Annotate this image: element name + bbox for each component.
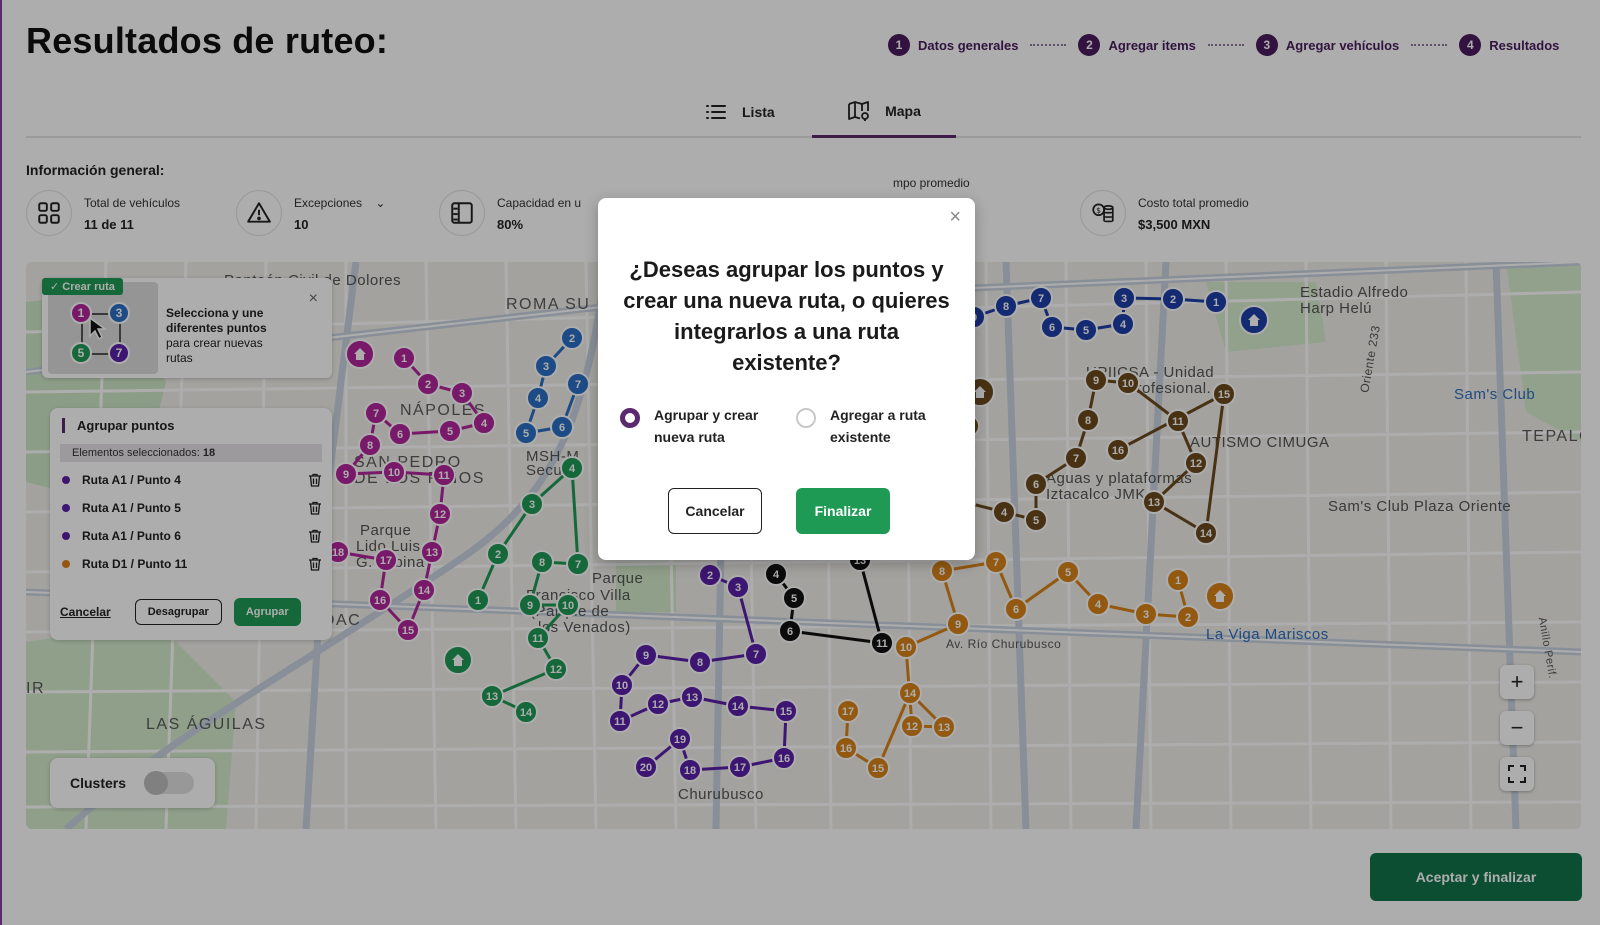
option-label: Agregar a ruta existente	[830, 407, 926, 445]
option-label: Agrupar y crear nueva ruta	[654, 407, 759, 445]
close-icon[interactable]: ×	[949, 206, 961, 229]
modal-actions: Cancelar Finalizar	[668, 488, 890, 534]
option-agregar-existente[interactable]: Agregar a ruta existente	[796, 404, 946, 448]
option-agrupar-crear[interactable]: Agrupar y crear nueva ruta	[620, 404, 780, 448]
modal-cancel-button[interactable]: Cancelar	[668, 488, 762, 534]
radio-unselected[interactable]	[796, 408, 816, 428]
modal-question: ¿Deseas agrupar los puntos y crear una n…	[623, 257, 950, 375]
radio-selected[interactable]	[620, 408, 640, 428]
modal-finish-button[interactable]: Finalizar	[796, 488, 890, 534]
page: Resultados de ruteo: 1 Datos generales 2…	[0, 0, 1600, 925]
group-points-modal: × ¿Deseas agrupar los puntos y crear una…	[598, 198, 975, 560]
